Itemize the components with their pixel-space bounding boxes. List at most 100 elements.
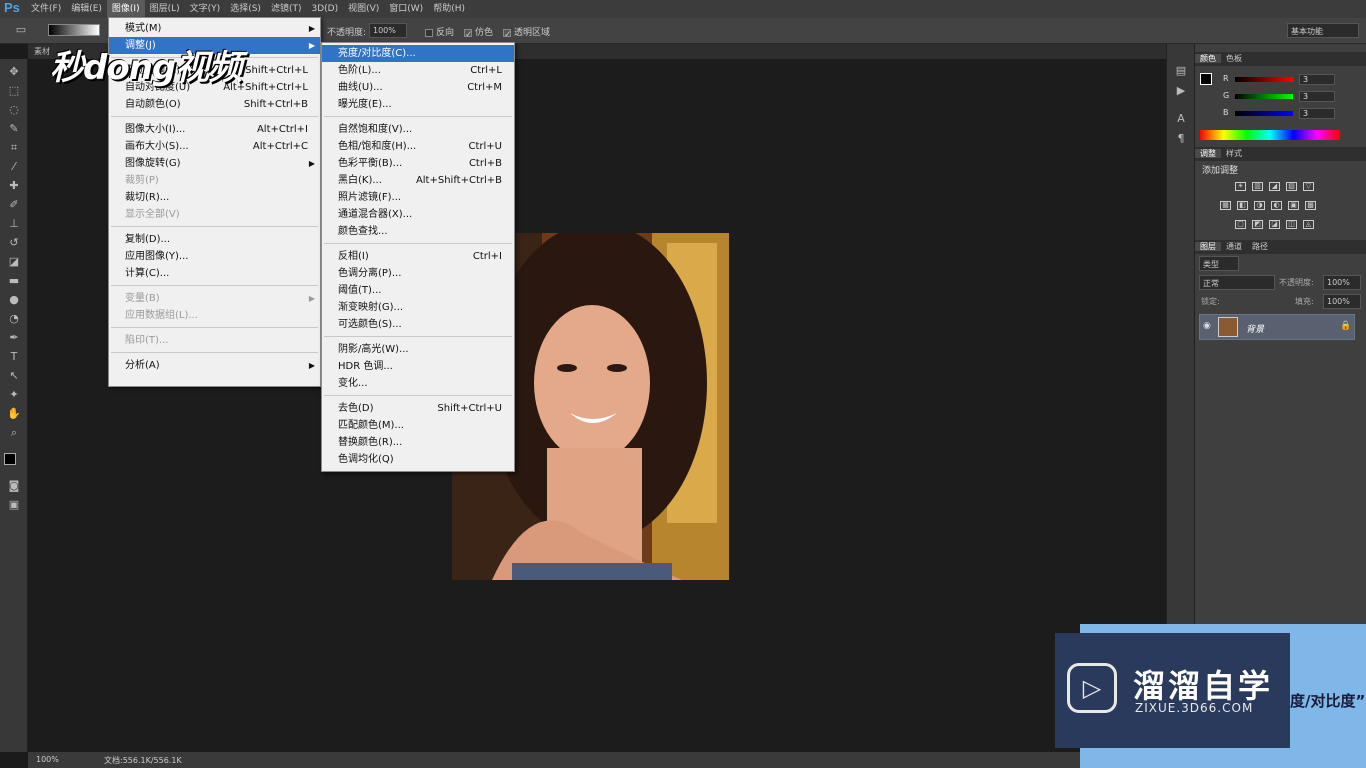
tab-channels[interactable]: 通道 — [1221, 242, 1247, 251]
g-slider[interactable]: G3 — [1223, 91, 1335, 103]
menu-item[interactable]: 计算(C)... — [109, 265, 320, 282]
move-tool-icon[interactable]: ✥ — [7, 65, 21, 79]
adjustment-icon[interactable]: ▨ — [1286, 182, 1297, 191]
tab-layers[interactable]: 图层 — [1195, 242, 1221, 251]
blur-tool-icon[interactable]: ● — [7, 293, 21, 307]
menu-bar-item[interactable]: 文字(Y) — [185, 0, 226, 18]
g-value[interactable]: 3 — [1299, 91, 1335, 102]
transparency-checkbox[interactable]: ✓ 透明区域 — [503, 25, 550, 40]
zoom-level[interactable]: 100% — [36, 755, 59, 764]
menu-item[interactable]: 去色(D) Shift+Ctrl+U — [322, 400, 514, 417]
history-icon[interactable]: ▤ — [1174, 64, 1188, 78]
tab-adjustments[interactable]: 调整 — [1195, 149, 1221, 158]
color-spectrum[interactable] — [1200, 130, 1340, 140]
menu-item[interactable]: 色调分离(P)... — [322, 265, 514, 282]
type-tool-icon[interactable]: T — [7, 350, 21, 364]
menu-item[interactable]: 曲线(U)... Ctrl+M — [322, 79, 514, 96]
menu-item[interactable]: 色阶(L)... Ctrl+L — [322, 62, 514, 79]
menu-item[interactable]: 阴影/高光(W)... — [322, 341, 514, 358]
adjustment-icon[interactable]: ◩ — [1252, 220, 1263, 229]
crop-tool-icon[interactable]: ⌗ — [7, 141, 21, 155]
menu-item[interactable]: 画布大小(S)... Alt+Ctrl+C — [109, 138, 320, 155]
menu-item[interactable]: 复制(D)... — [109, 231, 320, 248]
visibility-eye-icon[interactable]: ◉ — [1203, 321, 1211, 331]
gradient-picker[interactable] — [48, 24, 100, 36]
menu-item[interactable]: 应用图像(Y)... — [109, 248, 320, 265]
adjustment-icon[interactable]: ◪ — [1269, 220, 1280, 229]
menu-item[interactable]: HDR 色调... — [322, 358, 514, 375]
screen-mode-icon[interactable]: ▣ — [7, 498, 21, 512]
layer-kind-filter[interactable]: 类型 — [1199, 256, 1239, 271]
workspace-select[interactable]: 基本功能 — [1287, 23, 1359, 38]
layer-name[interactable]: 背景 — [1246, 322, 1264, 335]
opacity-input[interactable]: 100% — [369, 23, 407, 38]
tab-swatches[interactable]: 色板 — [1221, 54, 1247, 63]
menu-item[interactable]: 分析(A) ▶ — [109, 357, 320, 374]
dither-checkbox[interactable]: ✓ 仿色 — [464, 25, 493, 40]
menu-item[interactable]: 替换颜色(R)... — [322, 434, 514, 451]
menu-item[interactable]: 反相(I) Ctrl+I — [322, 248, 514, 265]
adjustment-icon[interactable]: ◐ — [1271, 201, 1282, 210]
r-slider[interactable]: R3 — [1223, 74, 1335, 86]
menu-item[interactable]: 匹配颜色(M)... — [322, 417, 514, 434]
menu-item[interactable]: 可选颜色(S)... — [322, 316, 514, 333]
menu-item[interactable]: 自然饱和度(V)... — [322, 121, 514, 138]
history-brush-icon[interactable]: ↺ — [7, 236, 21, 250]
stamp-tool-icon[interactable]: ⊥ — [7, 217, 21, 231]
menu-bar-item[interactable]: 选择(S) — [225, 0, 266, 18]
quick-select-tool-icon[interactable]: ✎ — [7, 122, 21, 136]
menu-bar-item[interactable]: 文件(F) — [26, 0, 66, 18]
b-value[interactable]: 3 — [1299, 108, 1335, 119]
menu-item[interactable]: 图像旋转(G) ▶ — [109, 155, 320, 172]
hand-tool-icon[interactable]: ✋ — [7, 407, 21, 421]
brush-tool-icon[interactable]: ✐ — [7, 198, 21, 212]
menu-bar-item[interactable]: 图层(L) — [145, 0, 185, 18]
adjustment-icon[interactable]: ◧ — [1237, 201, 1248, 210]
zoom-tool-icon[interactable]: ⌕ — [7, 426, 21, 440]
tab-paths[interactable]: 路径 — [1247, 242, 1273, 251]
menu-item[interactable]: 亮度/对比度(C)... — [322, 45, 514, 62]
document-tab[interactable]: 素材 — [28, 47, 50, 56]
gradient-tool-icon[interactable]: ▭ — [14, 23, 28, 37]
shape-tool-icon[interactable]: ✦ — [7, 388, 21, 402]
menu-item[interactable]: 曝光度(E)... — [322, 96, 514, 113]
adjustment-icon[interactable]: ▽ — [1303, 182, 1314, 191]
path-select-icon[interactable]: ↖ — [7, 369, 21, 383]
adjustment-icon[interactable]: ▦ — [1220, 201, 1231, 210]
menu-bar-item[interactable]: 编辑(E) — [66, 0, 107, 18]
dodge-tool-icon[interactable]: ◔ — [7, 312, 21, 326]
menu-item[interactable]: 渐变映射(G)... — [322, 299, 514, 316]
menu-item[interactable]: 照片滤镜(F)... — [322, 189, 514, 206]
adjustment-icon[interactable]: ▩ — [1305, 201, 1316, 210]
character-icon[interactable]: A — [1174, 112, 1188, 126]
menu-item[interactable]: 色相/饱和度(H)... Ctrl+U — [322, 138, 514, 155]
pen-tool-icon[interactable]: ✒ — [7, 331, 21, 345]
menu-item[interactable]: 色彩平衡(B)... Ctrl+B — [322, 155, 514, 172]
menu-item[interactable]: 通道混合器(X)... — [322, 206, 514, 223]
lasso-tool-icon[interactable]: ◌ — [7, 103, 21, 117]
marquee-tool-icon[interactable]: ⬚ — [7, 84, 21, 98]
menu-bar-item[interactable]: 滤镜(T) — [266, 0, 307, 18]
adjustment-icon[interactable]: ◢ — [1269, 182, 1280, 191]
r-value[interactable]: 3 — [1299, 74, 1335, 85]
eraser-tool-icon[interactable]: ◪ — [7, 255, 21, 269]
menu-bar-item[interactable]: 3D(D) — [306, 0, 343, 18]
fill-input[interactable]: 100% — [1323, 294, 1361, 309]
panel-foreground-swatch[interactable] — [1200, 73, 1212, 85]
menu-item[interactable]: 色调均化(Q) — [322, 451, 514, 468]
foreground-color-swatch[interactable] — [4, 453, 16, 465]
eyedropper-tool-icon[interactable]: ⁄ — [7, 160, 21, 174]
tab-color[interactable]: 颜色 — [1195, 54, 1221, 63]
adjustment-icon[interactable]: ▣ — [1288, 201, 1299, 210]
quick-mask-icon[interactable]: ◙ — [7, 479, 21, 493]
layer-opacity-input[interactable]: 100% — [1323, 275, 1361, 290]
adjustment-icon[interactable]: ◫ — [1286, 220, 1297, 229]
layer-row-background[interactable]: ◉ 背景 🔒 — [1199, 314, 1355, 340]
healing-tool-icon[interactable]: ✚ — [7, 179, 21, 193]
menu-bar-item[interactable]: 视图(V) — [343, 0, 384, 18]
menu-bar-item[interactable]: 帮助(H) — [428, 0, 470, 18]
adjustment-icon[interactable]: ◬ — [1303, 220, 1314, 229]
adjustment-icon[interactable]: ☀ — [1235, 182, 1246, 191]
menu-item[interactable]: 自动颜色(O) Shift+Ctrl+B — [109, 96, 320, 113]
blend-mode-select[interactable]: 正常 — [1199, 275, 1275, 290]
